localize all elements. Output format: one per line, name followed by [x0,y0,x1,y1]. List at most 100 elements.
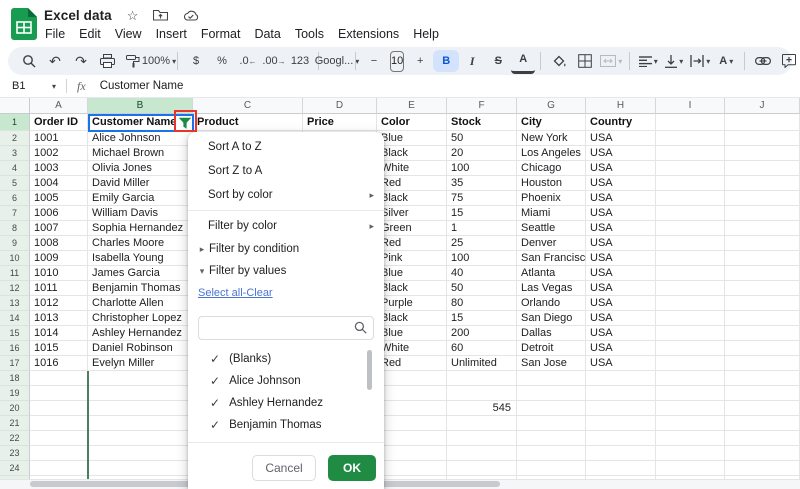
cell-H2[interactable]: USA [586,131,656,146]
increase-font-size-button[interactable]: + [407,50,433,72]
cell-B16[interactable]: Daniel Robinson [88,341,193,356]
cell-F2[interactable]: 50 [447,131,517,146]
cell-F10[interactable]: 100 [447,251,517,266]
cell-E20[interactable] [377,401,447,416]
cell-E2[interactable]: Blue [377,131,447,146]
row-header-23[interactable]: 23 [0,446,30,461]
cell-A21[interactable] [30,416,88,431]
menu-tools[interactable]: Tools [288,25,331,43]
undo-icon[interactable]: ↶ [42,50,68,72]
menu-item-filter-by-values[interactable]: ▾ Filter by values [188,260,384,282]
menu-item-filter-by-condition[interactable]: ▸ Filter by condition [188,238,384,260]
cell-J18[interactable] [725,371,800,386]
row-header-5[interactable]: 5 [0,176,30,191]
cell-G23[interactable] [517,446,586,461]
row-header-14[interactable]: 14 [0,311,30,326]
cell-B2[interactable]: Alice Johnson [88,131,193,146]
col-header-C[interactable]: C [193,98,303,114]
cell-A15[interactable]: 1014 [30,326,88,341]
cell-E5[interactable]: Red [377,176,447,191]
cell-H1[interactable]: Country [586,114,656,131]
cell-G8[interactable]: Seattle [517,221,586,236]
cell-H13[interactable]: USA [586,296,656,311]
cell-E16[interactable]: White [377,341,447,356]
zoom-select[interactable]: 100% ▾ [142,50,176,72]
text-wrap-icon[interactable]: ▾ [687,50,713,72]
cell-A19[interactable] [30,386,88,401]
cell-F5[interactable]: 35 [447,176,517,191]
cell-E14[interactable]: Black [377,311,447,326]
cell-E15[interactable]: Blue [377,326,447,341]
cell-I4[interactable] [656,161,725,176]
cell-I13[interactable] [656,296,725,311]
clear-link[interactable]: Clear [246,287,272,299]
cell-E3[interactable]: Black [377,146,447,161]
cell-A24[interactable] [30,461,88,476]
cell-G2[interactable]: New York [517,131,586,146]
select-all-corner[interactable] [0,98,30,114]
format-currency-button[interactable]: $ [183,50,209,72]
font-size-input[interactable]: 10 [390,50,405,72]
cell-G12[interactable]: Las Vegas [517,281,586,296]
cell-H14[interactable]: USA [586,311,656,326]
cell-H17[interactable]: USA [586,356,656,371]
row-header-4[interactable]: 4 [0,161,30,176]
col-header-D[interactable]: D [303,98,377,114]
cell-F9[interactable]: 25 [447,236,517,251]
cell-B12[interactable]: Benjamin Thomas [88,281,193,296]
cell-J6[interactable] [725,191,800,206]
cell-G17[interactable]: San Jose [517,356,586,371]
row-header-21[interactable]: 21 [0,416,30,431]
menu-extensions[interactable]: Extensions [331,25,406,43]
star-icon[interactable]: ☆ [127,9,139,22]
cell-J9[interactable] [725,236,800,251]
cell-J15[interactable] [725,326,800,341]
cell-J19[interactable] [725,386,800,401]
cell-F24[interactable] [447,461,517,476]
italic-button[interactable]: I [459,50,485,72]
menu-view[interactable]: View [108,25,149,43]
cell-F8[interactable]: 1 [447,221,517,236]
cell-B3[interactable]: Michael Brown [88,146,193,161]
cell-F1[interactable]: Stock [447,114,517,131]
cell-A14[interactable]: 1013 [30,311,88,326]
cell-H8[interactable]: USA [586,221,656,236]
cell-F20[interactable]: 545 [447,401,517,416]
cell-H9[interactable]: USA [586,236,656,251]
cell-A23[interactable] [30,446,88,461]
row-header-20[interactable]: 20 [0,401,30,416]
row-header-18[interactable]: 18 [0,371,30,386]
menu-data[interactable]: Data [247,25,287,43]
cell-I8[interactable] [656,221,725,236]
cell-E7[interactable]: Silver [377,206,447,221]
filter-search-box[interactable] [198,316,374,340]
row-header-13[interactable]: 13 [0,296,30,311]
cell-I7[interactable] [656,206,725,221]
cell-A6[interactable]: 1005 [30,191,88,206]
cell-B13[interactable]: Charlotte Allen [88,296,193,311]
cell-I3[interactable] [656,146,725,161]
format-percent-button[interactable]: % [209,50,235,72]
cell-G24[interactable] [517,461,586,476]
cell-G21[interactable] [517,416,586,431]
cell-B15[interactable]: Ashley Hernandez [88,326,193,341]
cell-E23[interactable] [377,446,447,461]
cell-F14[interactable]: 15 [447,311,517,326]
cell-J13[interactable] [725,296,800,311]
cell-I17[interactable] [656,356,725,371]
col-header-E[interactable]: E [377,98,447,114]
number-format-button[interactable]: 123 [287,50,313,72]
font-select[interactable]: Googl... ▾ [315,50,360,72]
cell-A3[interactable]: 1002 [30,146,88,161]
cell-A5[interactable]: 1004 [30,176,88,191]
cell-B4[interactable]: Olivia Jones [88,161,193,176]
bold-button[interactable]: B [433,50,460,72]
cell-J23[interactable] [725,446,800,461]
cloud-status-icon[interactable] [183,10,199,21]
filter-search-input[interactable] [205,318,349,338]
row-header-11[interactable]: 11 [0,266,30,281]
cell-A22[interactable] [30,431,88,446]
cell-A18[interactable] [30,371,88,386]
cell-G1[interactable]: City [517,114,586,131]
cell-B24[interactable] [88,461,193,476]
